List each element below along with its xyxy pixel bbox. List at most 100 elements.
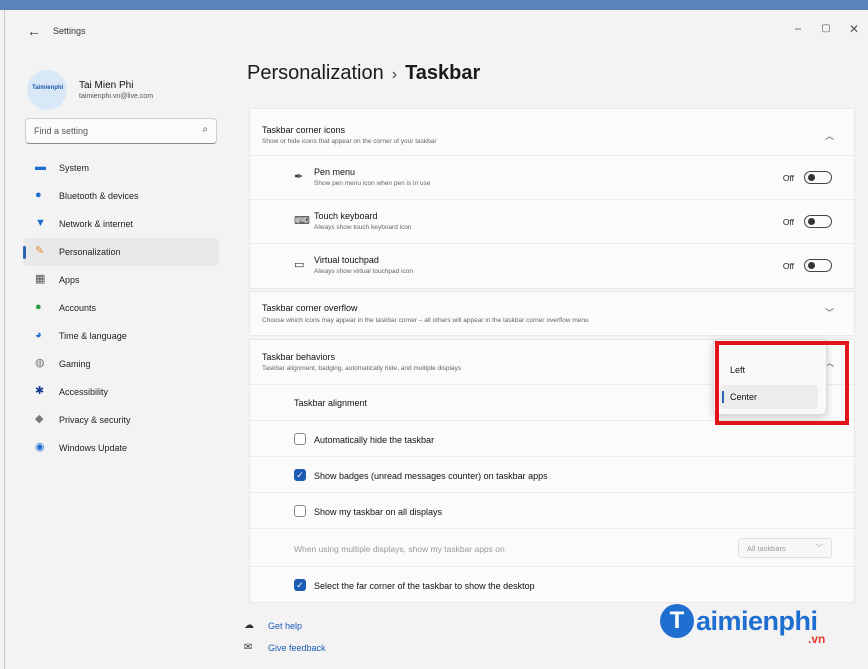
badges-label: Show badges (unread messages counter) on… bbox=[314, 471, 548, 481]
user-email: taimienphi.vn@live.com bbox=[79, 93, 154, 100]
keyboard-icon: ⌨ bbox=[294, 215, 310, 227]
sidebar-item-accounts[interactable]: ● Accounts bbox=[23, 294, 219, 322]
virtual-touchpad-toggle[interactable] bbox=[804, 259, 832, 272]
section-title: Taskbar corner icons bbox=[262, 125, 346, 135]
touchpad-icon: ▭ bbox=[294, 259, 305, 271]
section-desc: Taskbar alignment, badging, automaticall… bbox=[262, 365, 462, 372]
avatar-logo: Taimienphi bbox=[32, 85, 64, 91]
minimize-icon[interactable]: − bbox=[787, 20, 809, 38]
far-corner-label: Select the far corner of the taskbar to … bbox=[314, 581, 535, 591]
all-displays-checkbox[interactable] bbox=[294, 505, 306, 517]
sidebar-item-label: Network & internet bbox=[59, 219, 134, 229]
app-title: Settings bbox=[53, 26, 86, 36]
all-displays-row: Show my taskbar on all displays bbox=[250, 492, 854, 529]
back-arrow-icon[interactable]: ← bbox=[27, 23, 41, 39]
sidebar-item-system[interactable]: ▬ System bbox=[23, 154, 219, 182]
watermark-text: aimienphi bbox=[696, 606, 818, 636]
sidebar-item-label: Accessibility bbox=[59, 387, 109, 397]
touch-keyboard-row: ⌨ Touch keyboard Always show touch keybo… bbox=[250, 199, 854, 244]
maximize-icon[interactable]: ▢ bbox=[815, 20, 837, 38]
row-desc: Always show virtual touchpad icon bbox=[314, 268, 413, 275]
corner-overflow-section[interactable]: Taskbar corner overflow Choose which ico… bbox=[249, 291, 855, 336]
auto-hide-row: Automatically hide the taskbar bbox=[250, 420, 854, 457]
title-bar: ← Settings − ▢ ✕ bbox=[5, 10, 868, 50]
virtual-touchpad-row: ▭ Virtual touchpad Always show virtual t… bbox=[250, 243, 854, 290]
user-name: Tai Mien Phi bbox=[79, 80, 134, 91]
shield-icon: ◆ bbox=[35, 413, 44, 425]
watermark-letter: T bbox=[660, 604, 694, 638]
badges-row: ✓ Show badges (unread messages counter) … bbox=[250, 456, 854, 493]
sidebar-item-gaming[interactable]: ◍ Gaming bbox=[23, 350, 219, 378]
feedback-icon: ✉ bbox=[244, 642, 253, 653]
row-desc: Always show touch keyboard icon bbox=[314, 224, 412, 231]
row-title: Virtual touchpad bbox=[314, 255, 379, 265]
watermark-suffix: .vn bbox=[808, 632, 826, 646]
sidebar-item-network[interactable]: ▼ Network & internet bbox=[23, 210, 219, 238]
breadcrumb-parent[interactable]: Personalization bbox=[247, 62, 384, 84]
sidebar-item-label: System bbox=[59, 163, 90, 173]
row-desc: Show pen menu icon when pen is in use bbox=[314, 180, 431, 187]
wifi-icon: ▼ bbox=[35, 217, 46, 229]
toggle-state: Off bbox=[782, 173, 794, 183]
bluetooth-icon: ● bbox=[35, 189, 42, 201]
all-displays-label: Show my taskbar on all displays bbox=[314, 507, 443, 517]
sidebar-item-label: Apps bbox=[59, 275, 80, 285]
highlight-box bbox=[715, 341, 849, 425]
search-placeholder: Find a setting bbox=[34, 126, 89, 136]
sidebar-item-label: Gaming bbox=[59, 359, 91, 369]
section-desc: Show or hide icons that appear on the co… bbox=[262, 138, 437, 145]
search-icon[interactable]: ⌕ bbox=[202, 124, 208, 135]
sidebar-item-accessibility[interactable]: ✱ Accessibility bbox=[23, 378, 219, 406]
multi-display-value: All taskbars bbox=[747, 544, 786, 553]
desktop-strip bbox=[0, 0, 868, 10]
user-profile[interactable]: Taimienphi Tai Mien Phi taimienphi.vn@li… bbox=[27, 70, 227, 110]
sidebar-item-bluetooth[interactable]: ● Bluetooth & devices bbox=[23, 182, 219, 210]
toggle-knob bbox=[808, 218, 815, 225]
row-title: Touch keyboard bbox=[314, 211, 378, 221]
pen-icon: ✒ bbox=[294, 171, 304, 183]
multi-display-label: When using multiple displays, show my ta… bbox=[294, 544, 505, 554]
brush-icon: ✎ bbox=[35, 245, 45, 257]
auto-hide-checkbox[interactable] bbox=[294, 433, 306, 445]
close-icon[interactable]: ✕ bbox=[843, 20, 865, 38]
sidebar-item-label: Accounts bbox=[59, 303, 97, 313]
sidebar-item-personalization[interactable]: ✎ Personalization bbox=[23, 238, 219, 266]
breadcrumb: Personalization › Taskbar bbox=[247, 62, 480, 85]
multi-display-select: All taskbars ﹀ bbox=[738, 538, 832, 558]
far-corner-checkbox[interactable]: ✓ bbox=[294, 579, 306, 591]
help-icon: ☁ bbox=[244, 620, 254, 631]
sidebar-item-apps[interactable]: ▦ Apps bbox=[23, 266, 219, 294]
auto-hide-label: Automatically hide the taskbar bbox=[314, 435, 435, 445]
sidebar-item-privacy[interactable]: ◆ Privacy & security bbox=[23, 406, 219, 434]
toggle-state: Off bbox=[782, 261, 794, 271]
give-feedback-link[interactable]: Give feedback bbox=[268, 643, 326, 653]
badges-checkbox[interactable]: ✓ bbox=[294, 469, 306, 481]
chevron-down-icon[interactable]: ﹀ bbox=[825, 306, 834, 319]
search-input[interactable]: Find a setting ⌕ bbox=[25, 118, 217, 144]
toggle-state: Off bbox=[782, 217, 794, 227]
sidebar-item-label: Windows Update bbox=[59, 443, 128, 453]
accessibility-icon: ✱ bbox=[35, 385, 45, 397]
gamepad-icon: ◍ bbox=[35, 357, 45, 369]
multi-display-row: When using multiple displays, show my ta… bbox=[250, 528, 854, 567]
corner-icons-section: Taskbar corner icons Show or hide icons … bbox=[249, 108, 855, 289]
sidebar-item-windows-update[interactable]: ◉ Windows Update bbox=[23, 434, 219, 462]
page-title: Taskbar bbox=[405, 62, 481, 84]
get-help-link[interactable]: Get help bbox=[268, 621, 302, 631]
section-desc: Choose which icons may appear in the tas… bbox=[262, 317, 589, 324]
section-title: Taskbar behaviors bbox=[262, 352, 336, 362]
chevron-down-icon: ﹀ bbox=[816, 545, 823, 552]
active-indicator bbox=[23, 246, 26, 259]
touch-keyboard-toggle[interactable] bbox=[804, 215, 832, 228]
section-title: Taskbar corner overflow bbox=[262, 303, 358, 313]
toggle-knob bbox=[808, 262, 815, 269]
update-icon: ◉ bbox=[35, 441, 45, 453]
sidebar-item-time-language[interactable]: ◕ Time & language bbox=[23, 322, 219, 350]
corner-icons-header[interactable]: Taskbar corner icons Show or hide icons … bbox=[250, 109, 854, 155]
account-icon: ● bbox=[35, 301, 42, 313]
alignment-label: Taskbar alignment bbox=[294, 398, 368, 408]
sidebar-item-label: Bluetooth & devices bbox=[59, 191, 139, 201]
pen-menu-toggle[interactable] bbox=[804, 171, 832, 184]
chevron-up-icon[interactable]: ︿ bbox=[825, 129, 834, 142]
pen-menu-row: ✒ Pen menu Show pen menu icon when pen i… bbox=[250, 155, 854, 200]
